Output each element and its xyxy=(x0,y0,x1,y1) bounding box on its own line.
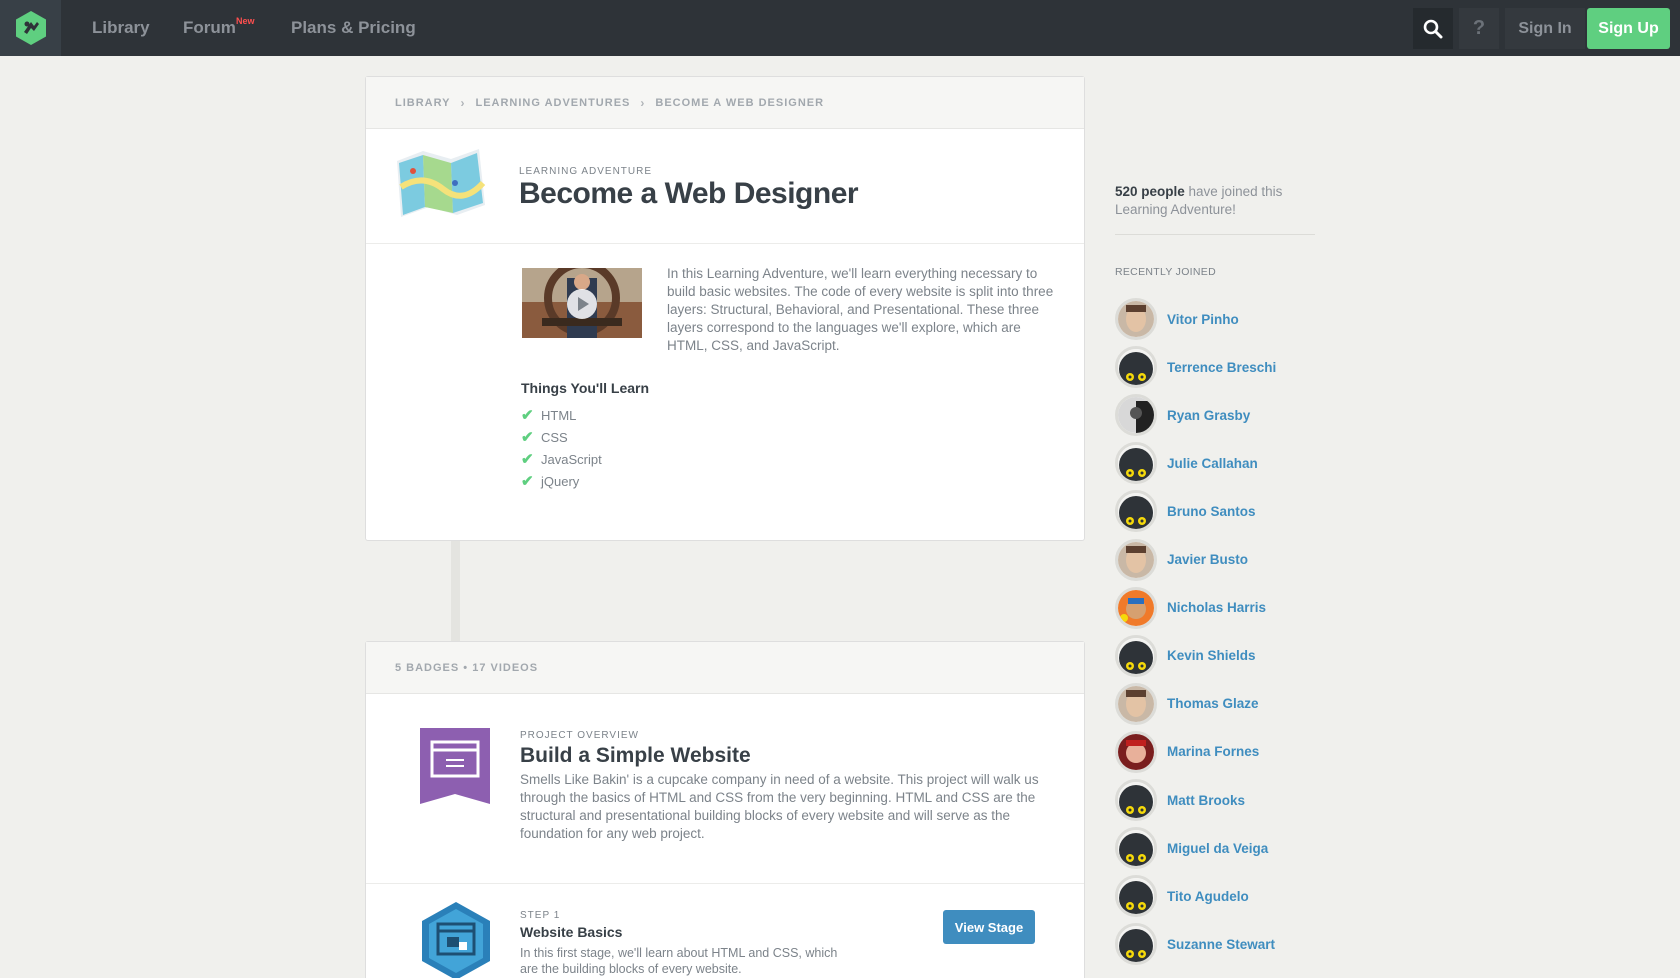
recently-joined-heading: RECENTLY JOINED xyxy=(1115,266,1216,278)
member-name[interactable]: Thomas Glaze xyxy=(1167,696,1259,711)
avatar[interactable] xyxy=(1115,586,1157,629)
sign-up-button[interactable]: Sign Up xyxy=(1587,8,1670,49)
avatar[interactable] xyxy=(1115,634,1157,677)
search-button[interactable] xyxy=(1413,8,1453,49)
member-item[interactable]: Suzanne Stewart xyxy=(1115,922,1275,966)
things-you-learn-heading: Things You'll Learn xyxy=(521,380,650,396)
avatar[interactable] xyxy=(1115,827,1157,870)
member-item[interactable]: Terrence Breschi xyxy=(1115,345,1276,389)
member-name[interactable]: Miguel da Veiga xyxy=(1167,841,1268,856)
project-eyebrow: PROJECT OVERVIEW xyxy=(520,730,639,741)
avatar[interactable] xyxy=(1115,875,1157,918)
learn-list: ✔ HTML ✔ CSS ✔ JavaScript ✔ jQuery xyxy=(521,404,602,492)
chevron-right-icon: › xyxy=(460,95,466,110)
member-name[interactable]: Kevin Shields xyxy=(1167,648,1256,663)
member-name[interactable]: Suzanne Stewart xyxy=(1167,937,1275,952)
breadcrumb-current: BECOME A WEB DESIGNER xyxy=(655,96,825,109)
map-icon xyxy=(397,149,486,217)
top-navigation: Library Forum New Plans & Pricing ? Sign… xyxy=(0,0,1680,56)
adventure-description: In this Learning Adventure, we'll learn … xyxy=(667,266,1054,353)
forum-new-badge: New xyxy=(236,16,255,26)
project-ribbon-icon xyxy=(420,728,490,804)
website-basics-badge-icon xyxy=(422,902,490,978)
member-name[interactable]: Vitor Pinho xyxy=(1167,312,1239,327)
member-name[interactable]: Tito Agudelo xyxy=(1167,889,1249,904)
search-icon xyxy=(1423,19,1443,38)
learn-item: ✔ jQuery xyxy=(521,473,580,490)
course-summary: 5 BADGES • 17 VIDEOS xyxy=(366,642,1084,694)
avatar[interactable] xyxy=(1115,298,1157,340)
breadcrumb: LIBRARY › LEARNING ADVENTURES › BECOME A… xyxy=(366,77,1084,129)
learn-item: ✔ JavaScript xyxy=(521,451,602,468)
member-name[interactable]: Bruno Santos xyxy=(1167,504,1256,519)
breadcrumb-library[interactable]: LIBRARY xyxy=(395,97,450,109)
member-item[interactable]: Julie Callahan xyxy=(1115,441,1258,485)
member-item[interactable]: Kevin Shields xyxy=(1115,634,1256,678)
member-name[interactable]: Nicholas Harris xyxy=(1167,600,1266,615)
checkmark-icon: ✔ xyxy=(521,473,534,490)
step-eyebrow: STEP 1 xyxy=(520,910,561,921)
checkmark-icon: ✔ xyxy=(521,451,534,468)
avatar[interactable] xyxy=(1115,346,1157,389)
learn-item: ✔ CSS xyxy=(521,429,568,446)
sign-in-button[interactable]: Sign In xyxy=(1505,8,1585,49)
project-overview: PROJECT OVERVIEW Build a Simple Website … xyxy=(366,694,1084,884)
member-name[interactable]: Terrence Breschi xyxy=(1167,360,1276,375)
joined-count-text: 520 people have joined this Learning Adv… xyxy=(1115,184,1283,217)
member-item[interactable]: Thomas Glaze xyxy=(1115,682,1259,726)
course-card: 5 BADGES • 17 VIDEOS PROJECT OVERVIEW Bu… xyxy=(365,641,1085,978)
project-title: Build a Simple Website xyxy=(520,744,751,767)
avatar[interactable] xyxy=(1115,779,1157,821)
member-name[interactable]: Marina Fornes xyxy=(1167,744,1259,759)
adventure-eyebrow: LEARNING ADVENTURE xyxy=(519,166,653,177)
adventure-card: LIBRARY › LEARNING ADVENTURES › BECOME A… xyxy=(365,76,1085,541)
avatar[interactable] xyxy=(1115,442,1157,485)
member-name[interactable]: Matt Brooks xyxy=(1167,793,1245,808)
member-item[interactable]: Miguel da Veiga xyxy=(1115,826,1268,870)
avatar[interactable] xyxy=(1115,730,1157,773)
view-stage-button[interactable]: View Stage xyxy=(943,910,1035,944)
member-name[interactable]: Javier Busto xyxy=(1167,552,1248,567)
member-item[interactable]: Bruno Santos xyxy=(1115,489,1256,533)
breadcrumb-learning-adventures[interactable]: LEARNING ADVENTURES xyxy=(475,97,630,109)
checkmark-icon: ✔ xyxy=(521,407,534,424)
avatar[interactable] xyxy=(1115,490,1157,533)
member-item[interactable]: Tito Agudelo xyxy=(1115,874,1249,918)
nav-plans-pricing[interactable]: Plans & Pricing xyxy=(291,18,416,38)
joined-count: 520 people xyxy=(1115,184,1185,199)
avatar[interactable] xyxy=(1115,394,1157,437)
nav-library[interactable]: Library xyxy=(92,18,150,38)
avatar[interactable] xyxy=(1115,682,1157,725)
treehouse-logo-icon[interactable] xyxy=(0,0,61,56)
member-item[interactable]: Marina Fornes xyxy=(1115,730,1259,774)
member-item[interactable]: Nicholas Harris xyxy=(1115,586,1266,630)
step-item: STEP 1 Website Basics In this first stag… xyxy=(366,884,1084,978)
member-item[interactable]: Vitor Pinho xyxy=(1115,297,1239,341)
nav-forum[interactable]: Forum xyxy=(183,18,236,38)
step-title: Website Basics xyxy=(520,924,623,940)
project-description: Smells Like Bakin' is a cupcake company … xyxy=(520,772,1039,841)
checkmark-icon: ✔ xyxy=(521,429,534,446)
member-item[interactable]: Ryan Grasby xyxy=(1115,393,1250,437)
chevron-right-icon: › xyxy=(640,95,646,110)
divider xyxy=(1115,234,1315,235)
intro-video-thumbnail[interactable] xyxy=(522,268,642,338)
adventure-header: LEARNING ADVENTURE Become a Web Designer xyxy=(366,129,1084,244)
member-item[interactable]: Javier Busto xyxy=(1115,538,1248,582)
learn-item: ✔ HTML xyxy=(521,407,577,424)
member-name[interactable]: Ryan Grasby xyxy=(1167,408,1250,423)
help-button[interactable]: ? xyxy=(1459,8,1499,49)
step-description: In this first stage, we'll learn about H… xyxy=(520,946,838,976)
avatar[interactable] xyxy=(1115,538,1157,581)
member-name[interactable]: Julie Callahan xyxy=(1167,456,1258,471)
avatar[interactable] xyxy=(1115,923,1157,966)
page-title: Become a Web Designer xyxy=(519,177,859,210)
member-item[interactable]: Matt Brooks xyxy=(1115,778,1245,822)
